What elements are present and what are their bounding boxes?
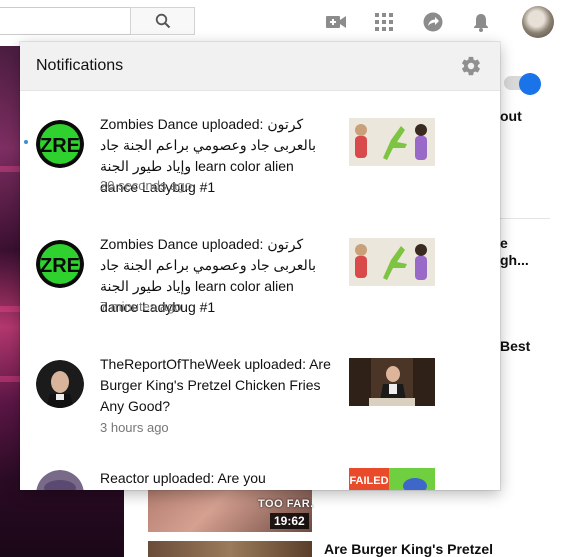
gear-icon[interactable] <box>460 55 482 77</box>
notification-time: 20 seconds ago <box>100 178 192 193</box>
channel-avatar: ZRE <box>36 240 84 288</box>
unread-indicator <box>24 140 28 144</box>
notifications-button[interactable] <box>469 10 493 34</box>
masthead <box>0 0 583 46</box>
channel-avatar: ZRE <box>36 120 84 168</box>
avatar-text: ZRE <box>40 255 80 277</box>
notification-text: Reactor uploaded: Are you <box>100 470 266 486</box>
apps-grid-icon <box>375 13 393 31</box>
notification-time: 7 minutes ago <box>100 299 182 314</box>
divider <box>500 218 550 219</box>
notification-text: TheReportOfTheWeek uploaded: Are Burger … <box>100 356 331 414</box>
peek-text: out <box>500 108 522 124</box>
search-input[interactable] <box>0 7 130 35</box>
search-icon <box>155 13 170 29</box>
video-title[interactable]: Are Burger King's Pretzel <box>324 541 493 557</box>
thumbnail-overlay-text: TOO FAR. <box>258 498 314 510</box>
bell-icon <box>474 14 488 32</box>
video-thumbnail[interactable] <box>349 118 435 166</box>
peek-text: e <box>500 235 508 251</box>
share-button[interactable] <box>421 10 445 34</box>
avatar-text: ZRE <box>40 135 80 157</box>
peek-text: gh... <box>500 252 529 268</box>
apps-button[interactable] <box>372 10 396 34</box>
notification-item[interactable]: Reactor uploaded: Are you FAILED <box>20 462 500 490</box>
account-avatar[interactable] <box>522 6 554 38</box>
search-button[interactable] <box>130 7 195 35</box>
video-thumbnail[interactable] <box>349 238 435 286</box>
upload-button[interactable] <box>324 10 348 34</box>
notification-item[interactable]: ZRE Zombies Dance uploaded: كرتون بالعرب… <box>20 222 500 342</box>
panel-title: Notifications <box>36 57 124 74</box>
notification-time: 3 hours ago <box>100 420 169 435</box>
share-arrow-icon <box>423 12 443 32</box>
peek-text: Best <box>500 338 531 354</box>
notifications-panel: Notifications ZRE Zombies Dance uploaded… <box>20 42 500 490</box>
channel-avatar <box>36 360 84 408</box>
video-thumbnail[interactable] <box>148 541 312 557</box>
autoplay-toggle-knob[interactable] <box>519 73 541 95</box>
thumbnail-text: FAILED <box>349 475 388 487</box>
video-thumbnail[interactable]: FAILED <box>349 468 435 490</box>
video-thumbnail[interactable] <box>349 358 435 406</box>
panel-header: Notifications <box>20 42 500 91</box>
video-camera-icon <box>326 16 346 28</box>
duration-badge: 19:62 <box>270 513 309 529</box>
channel-avatar <box>36 470 84 490</box>
notification-item[interactable]: TheReportOfTheWeek uploaded: Are Burger … <box>20 342 500 462</box>
notification-item[interactable]: ZRE Zombies Dance uploaded: كرتون بالعرب… <box>20 102 500 222</box>
